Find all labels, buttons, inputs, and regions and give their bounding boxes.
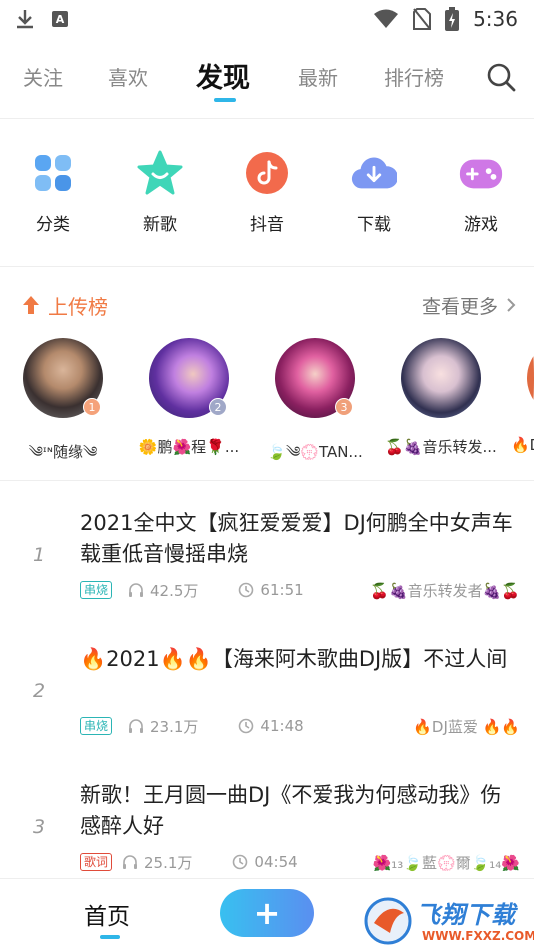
quick-new-songs[interactable]: 新歌 [130, 150, 190, 235]
song-uploader[interactable]: 🌺₁₃🍃藍💮爾🍃₁₄🌺 [373, 852, 520, 873]
clock-icon [239, 718, 254, 734]
quick-download[interactable]: 下载 [344, 150, 404, 235]
see-more-label: 查看更多 [421, 295, 498, 318]
duration-value: 04:54 [254, 853, 298, 871]
song-tag: 串烧 [80, 581, 113, 599]
play-count: 25.1万 [122, 852, 192, 873]
nav-home[interactable]: 首页 [84, 897, 130, 931]
clock-icon [239, 582, 254, 598]
rank-user-name: ༄ᶦᶰ随缘༄ [28, 443, 98, 461]
watermark-url: WWW.FXXZ.COM [422, 929, 534, 943]
upload-rank-title: 上传榜 [48, 294, 108, 319]
play-count: 23.1万 [128, 716, 198, 737]
quick-new-songs-label: 新歌 [143, 215, 177, 235]
quick-games[interactable]: 游戏 [451, 150, 511, 235]
watermark-logo-icon [364, 897, 412, 945]
bottom-nav: 首页 + 飞翔下载 WWW.FXXZ.COM [0, 878, 534, 951]
headphones-icon [123, 855, 138, 869]
tab-follow[interactable]: 关注 [23, 62, 63, 91]
rank-user-name: 🍒🍇音乐转发... [385, 438, 497, 456]
duration-value: 41:48 [260, 717, 304, 735]
song-tag: 歌词 [80, 853, 113, 871]
quick-category[interactable]: 分类 [23, 150, 83, 235]
headphones-icon [129, 719, 144, 733]
divider [0, 266, 534, 267]
song-title: 新歌！王月圆一曲DJ《不爱我为何感动我》伤感醉人好 [80, 783, 502, 838]
quick-category-label: 分类 [36, 215, 70, 235]
category-grid-icon [30, 150, 76, 196]
play-count-value: 25.1万 [144, 853, 193, 872]
song-title: 🔥2021🔥🔥【海来阿木歌曲DJ版】不过人间 [80, 647, 508, 671]
rank-user-name: 🔥D [511, 436, 534, 454]
song-meta: 串烧 42.5万 61:51 🍒🍇音乐转发者🍇🍒 [80, 578, 520, 602]
rank-user-name: 🌼鹏🌺程🌹... [138, 438, 240, 456]
a-icon: A [52, 11, 68, 27]
wifi-icon [374, 9, 399, 28]
quick-actions: 分类 新歌 抖音 下载 游戏 [0, 150, 534, 250]
song-tag: 串烧 [80, 717, 113, 735]
tab-likes[interactable]: 喜欢 [108, 62, 148, 91]
plus-icon: + [253, 894, 281, 932]
add-button[interactable]: + [220, 889, 314, 937]
arrow-up-icon [23, 296, 39, 314]
tab-charts[interactable]: 排行榜 [384, 62, 444, 91]
upload-rank-header: 上传榜 查看更多 [22, 290, 516, 320]
top-tab-bar: 关注 喜欢 发现 最新 排行榜 [0, 52, 534, 108]
clock-icon [233, 854, 248, 870]
headphones-icon [129, 583, 144, 597]
active-nav-indicator [100, 935, 120, 939]
clock: 5:36 [473, 7, 518, 31]
no-sim-icon [413, 8, 432, 30]
duration: 61:51 [238, 581, 304, 599]
song-index: 1 [33, 544, 46, 566]
divider [0, 118, 534, 119]
duration-value: 61:51 [260, 581, 304, 599]
see-more-link[interactable]: 查看更多 [422, 292, 516, 319]
rank-avatar-2[interactable]: 2 [149, 338, 229, 418]
download-icon [17, 10, 33, 29]
duration: 04:54 [232, 853, 298, 871]
star-smile-icon [137, 150, 183, 196]
rank-avatar-4[interactable] [401, 338, 481, 418]
duration: 41:48 [238, 717, 304, 735]
divider [0, 480, 534, 481]
tab-discover[interactable]: 发现 [196, 56, 250, 95]
watermark: 飞翔下载 WWW.FXXZ.COM [364, 893, 534, 949]
song-uploader[interactable]: 🔥DJ蓝爱 🔥🔥 [413, 716, 520, 737]
watermark-text: 飞翔下载 [416, 901, 516, 929]
play-count: 42.5万 [128, 580, 198, 601]
quick-games-label: 游戏 [464, 215, 498, 235]
battery-charging-icon [445, 7, 460, 31]
play-count-value: 23.1万 [150, 717, 199, 736]
gamepad-icon [458, 150, 504, 196]
rank-badge: 3 [335, 398, 353, 416]
rank-avatar-1[interactable]: 1 [23, 338, 103, 418]
cloud-download-icon [351, 150, 397, 196]
search-icon[interactable] [486, 62, 516, 92]
song-meta: 串烧 23.1万 41:48 🔥DJ蓝爱 🔥🔥 [80, 714, 520, 738]
rank-avatar-5[interactable] [527, 338, 534, 418]
upload-rank-list: 1 ༄ᶦᶰ随缘༄ 2 🌼鹏🌺程🌹... 3 🍃༄💮TAN... 🍒🍇音乐转发..… [0, 338, 534, 468]
song-uploader[interactable]: 🍒🍇音乐转发者🍇🍒 [370, 580, 520, 601]
quick-download-label: 下载 [357, 215, 391, 235]
tab-latest[interactable]: 最新 [298, 62, 338, 91]
song-title: 2021全中文【疯狂爱爱爱】DJ何鹏全中女声车载重低音慢摇串烧 [80, 511, 513, 566]
quick-tiktok[interactable]: 抖音 [237, 150, 297, 235]
play-count-value: 42.5万 [150, 581, 199, 600]
chevron-right-icon [507, 298, 516, 312]
rank-badge: 1 [83, 398, 101, 416]
song-index: 3 [33, 816, 46, 838]
quick-tiktok-label: 抖音 [250, 215, 284, 235]
status-bar: A 5:36 [0, 0, 534, 38]
song-index: 2 [33, 680, 46, 702]
rank-user-name: 🍃༄💮TAN... [267, 443, 363, 461]
tiktok-icon [244, 150, 290, 196]
active-tab-indicator [214, 98, 236, 102]
rank-avatar-3[interactable]: 3 [275, 338, 355, 418]
rank-badge: 2 [209, 398, 227, 416]
song-meta: 歌词 25.1万 04:54 🌺₁₃🍃藍💮爾🍃₁₄🌺 [80, 850, 520, 874]
